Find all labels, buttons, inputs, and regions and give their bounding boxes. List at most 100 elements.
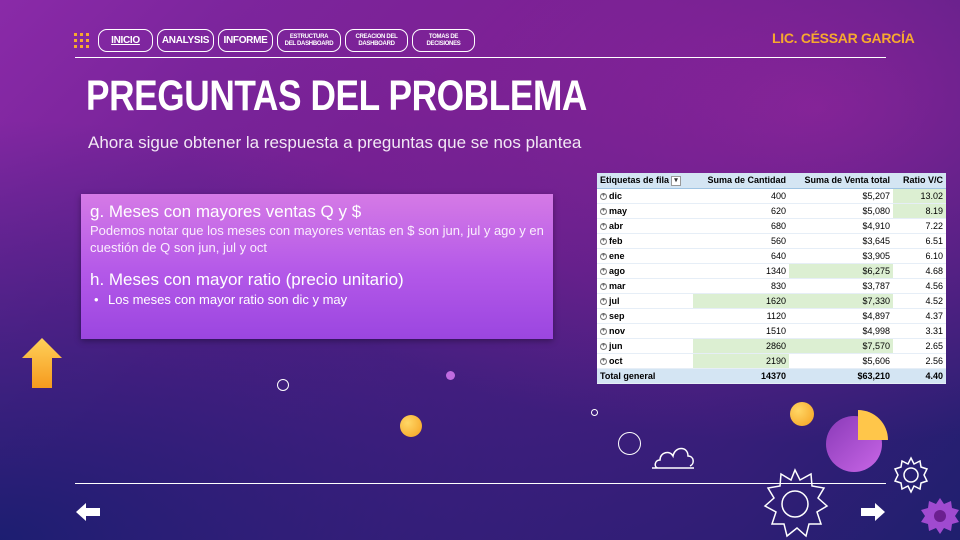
row-label[interactable]: + mar — [597, 278, 693, 294]
question-g-answer: Podemos notar que los meses con mayores … — [90, 223, 544, 255]
sales-cell[interactable]: $3,787 — [789, 278, 893, 294]
expand-circle-icon[interactable]: + — [600, 342, 607, 350]
sales-cell[interactable]: $4,910 — [789, 218, 893, 234]
ratio-cell[interactable]: 7.22 — [893, 218, 946, 234]
expand-circle-icon[interactable]: + — [600, 252, 607, 260]
row-label[interactable]: + may — [597, 203, 693, 219]
sales-cell[interactable]: $5,207 — [789, 188, 893, 204]
row-label-text: jul — [609, 295, 620, 306]
expand-circle-icon[interactable]: + — [600, 192, 607, 200]
ratio-cell[interactable]: 6.51 — [893, 233, 946, 249]
sales-cell[interactable]: $7,570 — [789, 338, 893, 354]
sales-cell[interactable]: $6,275 — [789, 263, 893, 279]
expand-circle-icon[interactable]: + — [600, 207, 607, 215]
total-row[interactable]: Total general 14370 $63,210 4.40 — [597, 367, 946, 384]
qty-cell[interactable]: 620 — [693, 203, 789, 219]
qty-cell[interactable]: 830 — [693, 278, 789, 294]
questions-card: g. Meses con mayores ventas Q y $ Podemo… — [81, 194, 553, 339]
ratio-cell[interactable]: 2.65 — [893, 338, 946, 354]
table-row[interactable]: + ago 1340 $6,275 4.68 — [597, 263, 946, 279]
ratio-cell[interactable]: 3.31 — [893, 323, 946, 339]
sales-cell[interactable]: $5,606 — [789, 353, 893, 369]
expand-circle-icon[interactable]: + — [600, 297, 607, 305]
sales-cell[interactable]: $3,905 — [789, 248, 893, 264]
table-row[interactable]: + oct 2190 $5,606 2.56 — [597, 353, 946, 369]
row-label[interactable]: + nov — [597, 323, 693, 339]
row-label[interactable]: + oct — [597, 353, 693, 369]
arrow-left-icon[interactable] — [75, 502, 101, 522]
expand-circle-icon[interactable]: + — [600, 312, 607, 320]
ratio-cell[interactable]: 6.10 — [893, 248, 946, 264]
pivot-header-row: Etiquetas de fila ▾ Suma de Cantidad Suma… — [597, 173, 946, 189]
sales-cell[interactable]: $7,330 — [789, 293, 893, 309]
nav-analysis-button[interactable]: ANALYSIS — [157, 29, 214, 52]
ratio-cell[interactable]: 2.56 — [893, 353, 946, 369]
qty-cell[interactable]: 2860 — [693, 338, 789, 354]
table-row[interactable]: + sep 1120 $4,897 4.37 — [597, 308, 946, 324]
table-row[interactable]: + jun 2860 $7,570 2.65 — [597, 338, 946, 354]
expand-circle-icon[interactable]: + — [600, 237, 607, 245]
sales-cell[interactable]: $4,998 — [789, 323, 893, 339]
table-row[interactable]: + jul 1620 $7,330 4.52 — [597, 293, 946, 309]
home-up-arrow-icon[interactable] — [20, 336, 64, 390]
row-label[interactable]: + jun — [597, 338, 693, 354]
row-labels-header[interactable]: Etiquetas de fila ▾ — [597, 173, 693, 189]
row-label[interactable]: + sep — [597, 308, 693, 324]
qty-cell[interactable]: 1120 — [693, 308, 789, 324]
total-sales[interactable]: $63,210 — [789, 367, 893, 384]
question-g-heading: g. Meses con mayores ventas Q y $ — [90, 202, 362, 221]
ratio-cell[interactable]: 13.02 — [893, 188, 946, 204]
expand-circle-icon[interactable]: + — [600, 267, 607, 275]
qty-cell[interactable]: 560 — [693, 233, 789, 249]
qty-cell[interactable]: 640 — [693, 248, 789, 264]
table-row[interactable]: + mar 830 $3,787 4.56 — [597, 278, 946, 294]
nav-estructura-button[interactable]: ESTRUCTURA DEL DASHBOARD — [277, 29, 341, 52]
table-row[interactable]: + abr 680 $4,910 7.22 — [597, 218, 946, 234]
expand-circle-icon[interactable]: + — [600, 282, 607, 290]
qty-cell[interactable]: 1620 — [693, 293, 789, 309]
qty-cell[interactable]: 1340 — [693, 263, 789, 279]
qty-cell[interactable]: 680 — [693, 218, 789, 234]
expand-circle-icon[interactable]: + — [600, 357, 607, 365]
sales-cell[interactable]: $4,897 — [789, 308, 893, 324]
arrow-right-icon[interactable] — [860, 502, 886, 522]
expand-circle-icon[interactable]: + — [600, 222, 607, 230]
ratio-header: Ratio V/C — [893, 173, 946, 189]
purple-gear-icon — [921, 498, 959, 534]
grid-dots-icon[interactable] — [74, 33, 89, 48]
ratio-cell[interactable]: 4.68 — [893, 263, 946, 279]
total-ratio[interactable]: 4.40 — [893, 367, 946, 384]
ratio-cell[interactable]: 4.37 — [893, 308, 946, 324]
row-label[interactable]: + ago — [597, 263, 693, 279]
filter-dropdown-icon[interactable]: ▾ — [671, 175, 682, 186]
ratio-cell[interactable]: 4.56 — [893, 278, 946, 294]
table-row[interactable]: + ene 640 $3,905 6.10 — [597, 248, 946, 264]
qty-cell[interactable]: 1510 — [693, 323, 789, 339]
question-h-heading: h. Meses con mayor ratio (precio unitari… — [90, 270, 404, 289]
author-name: LIC. CÉSSAR GARCÍA — [772, 30, 915, 46]
nav-creacion-button[interactable]: CREACION DEL DASHBOARD — [345, 29, 408, 52]
row-label[interactable]: + feb — [597, 233, 693, 249]
table-row[interactable]: + feb 560 $3,645 6.51 — [597, 233, 946, 249]
nav-informe-button[interactable]: INFORME — [218, 29, 273, 52]
row-label-text: ago — [609, 265, 626, 276]
row-label[interactable]: + ene — [597, 248, 693, 264]
row-label[interactable]: + jul — [597, 293, 693, 309]
sales-cell[interactable]: $5,080 — [789, 203, 893, 219]
row-label[interactable]: + dic — [597, 188, 693, 204]
table-row[interactable]: + nov 1510 $4,998 3.31 — [597, 323, 946, 339]
table-row[interactable]: + dic 400 $5,207 13.02 — [597, 188, 946, 204]
ratio-cell[interactable]: 8.19 — [893, 203, 946, 219]
table-row[interactable]: + may 620 $5,080 8.19 — [597, 203, 946, 219]
nav-decisiones-button[interactable]: TOMAS DE DECISIONES — [412, 29, 475, 52]
expand-circle-icon[interactable]: + — [600, 327, 607, 335]
sales-cell[interactable]: $3,645 — [789, 233, 893, 249]
decor-ring-2 — [618, 432, 641, 455]
row-label[interactable]: + abr — [597, 218, 693, 234]
qty-cell[interactable]: 2190 — [693, 353, 789, 369]
qty-cell[interactable]: 400 — [693, 188, 789, 204]
ratio-cell[interactable]: 4.52 — [893, 293, 946, 309]
row-label-text: jun — [609, 340, 623, 351]
total-qty[interactable]: 14370 — [693, 367, 789, 384]
nav-inicio-button[interactable]: INICIO — [98, 29, 153, 52]
